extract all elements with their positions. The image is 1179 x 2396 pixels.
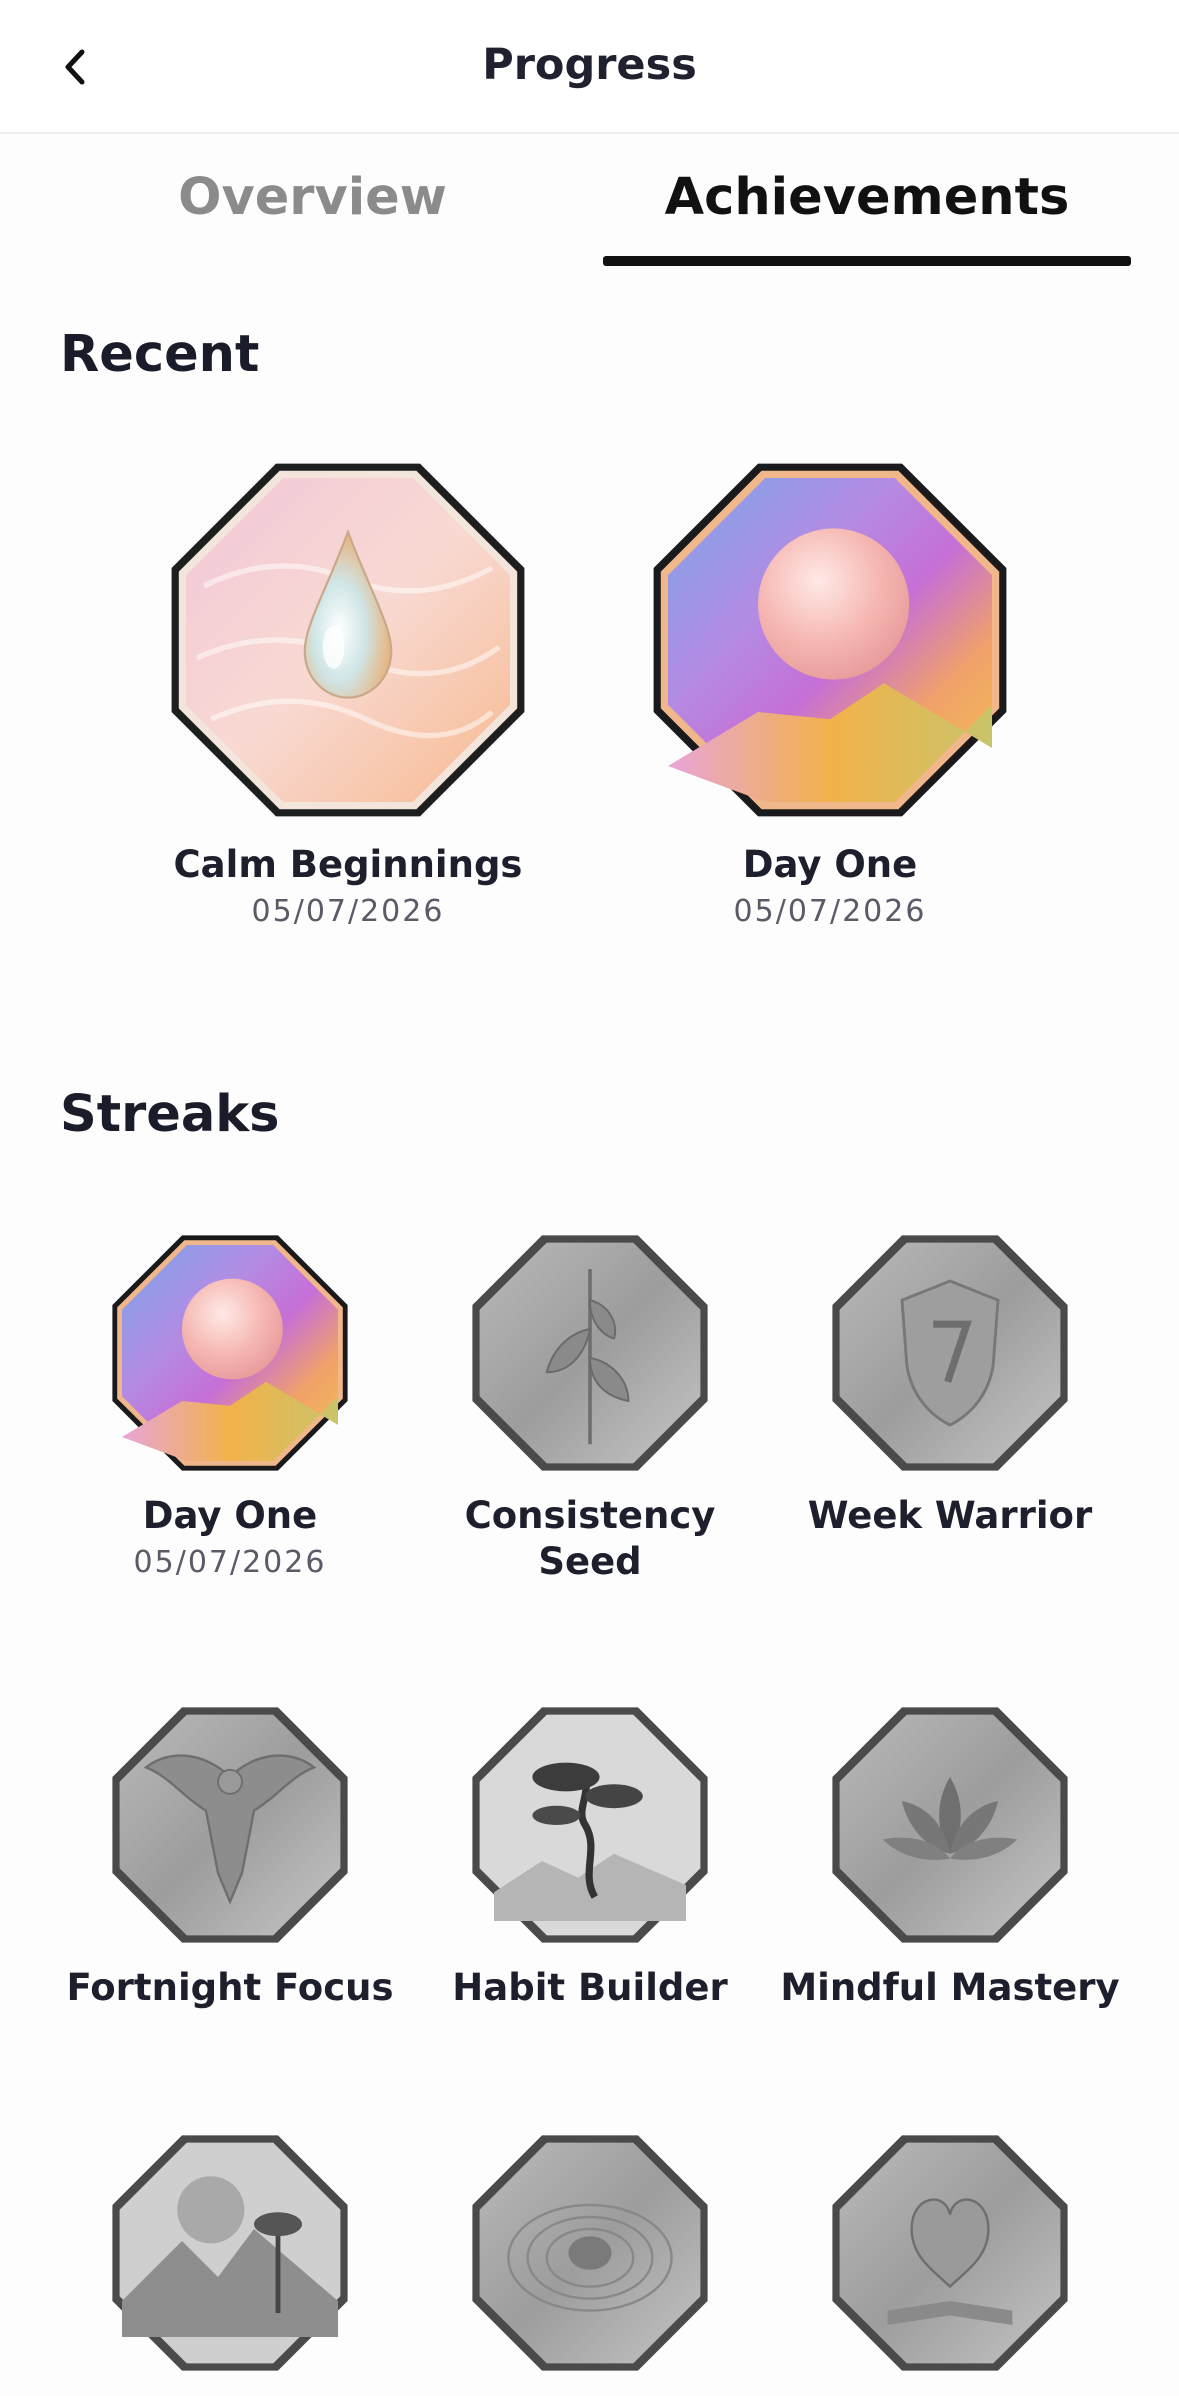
achievement-name: Habit Builder <box>452 1966 728 2009</box>
achievement-name: Calm Beginnings <box>173 843 523 886</box>
achievement-name: Fortnight Focus <box>66 1966 394 2009</box>
bonsai-tree-icon <box>470 1705 710 1945</box>
achievement-day-one-streak[interactable]: Day One 05/07/2026 <box>60 1233 400 1580</box>
page-title: Progress <box>482 40 697 90</box>
achievement-week-warrior[interactable]: Week Warrior <box>780 1233 1120 1539</box>
achievement-mountain-moon[interactable] <box>60 2133 400 2373</box>
shield-seven-icon <box>830 1233 1070 1473</box>
active-tab-indicator <box>603 256 1131 266</box>
open-book-icon <box>830 2133 1070 2373</box>
achievement-name: Mindful Mastery <box>780 1966 1120 2009</box>
achievement-fortnight-focus[interactable]: Fortnight Focus <box>60 1705 400 2011</box>
tab-overview[interactable]: Overview <box>60 168 565 227</box>
water-drop-icon <box>168 460 528 820</box>
top-bar: Progress <box>0 0 1179 134</box>
mountain-moon-icon <box>110 2133 350 2373</box>
sunrise-orb-icon <box>650 460 1010 820</box>
lotus-icon <box>830 1705 1070 1945</box>
achievement-ripple[interactable] <box>420 2133 760 2373</box>
achievement-calm-beginnings[interactable]: Calm Beginnings 05/07/2026 <box>148 460 548 929</box>
eagle-icon <box>110 1705 350 1945</box>
tab-achievements[interactable]: Achievements <box>603 168 1131 227</box>
achievement-name: Week Warrior <box>807 1494 1093 1537</box>
tab-bar: Overview Achievements <box>0 134 1179 268</box>
achievement-date: 05/07/2026 <box>251 894 445 929</box>
achievement-date: 05/07/2026 <box>733 894 927 929</box>
achievement-habit-builder[interactable]: Habit Builder <box>420 1705 760 2011</box>
achievement-date: 05/07/2026 <box>133 1545 327 1580</box>
achievement-name: Day One <box>142 1494 318 1537</box>
leaf-sprout-icon <box>470 1233 710 1473</box>
achievement-open-book[interactable] <box>780 2133 1120 2373</box>
achievement-consistency-seed[interactable]: Consistency Seed <box>420 1233 760 1585</box>
sunrise-orb-icon <box>110 1233 350 1473</box>
achievement-name: Consistency Seed <box>464 1494 716 1583</box>
section-title-streaks: Streaks <box>60 1085 280 1144</box>
section-title-recent: Recent <box>60 325 260 384</box>
achievement-mindful-mastery[interactable]: Mindful Mastery <box>780 1705 1120 2011</box>
achievement-day-one[interactable]: Day One 05/07/2026 <box>630 460 1030 929</box>
achievement-name: Day One <box>742 843 918 886</box>
ripple-icon <box>470 2133 710 2373</box>
